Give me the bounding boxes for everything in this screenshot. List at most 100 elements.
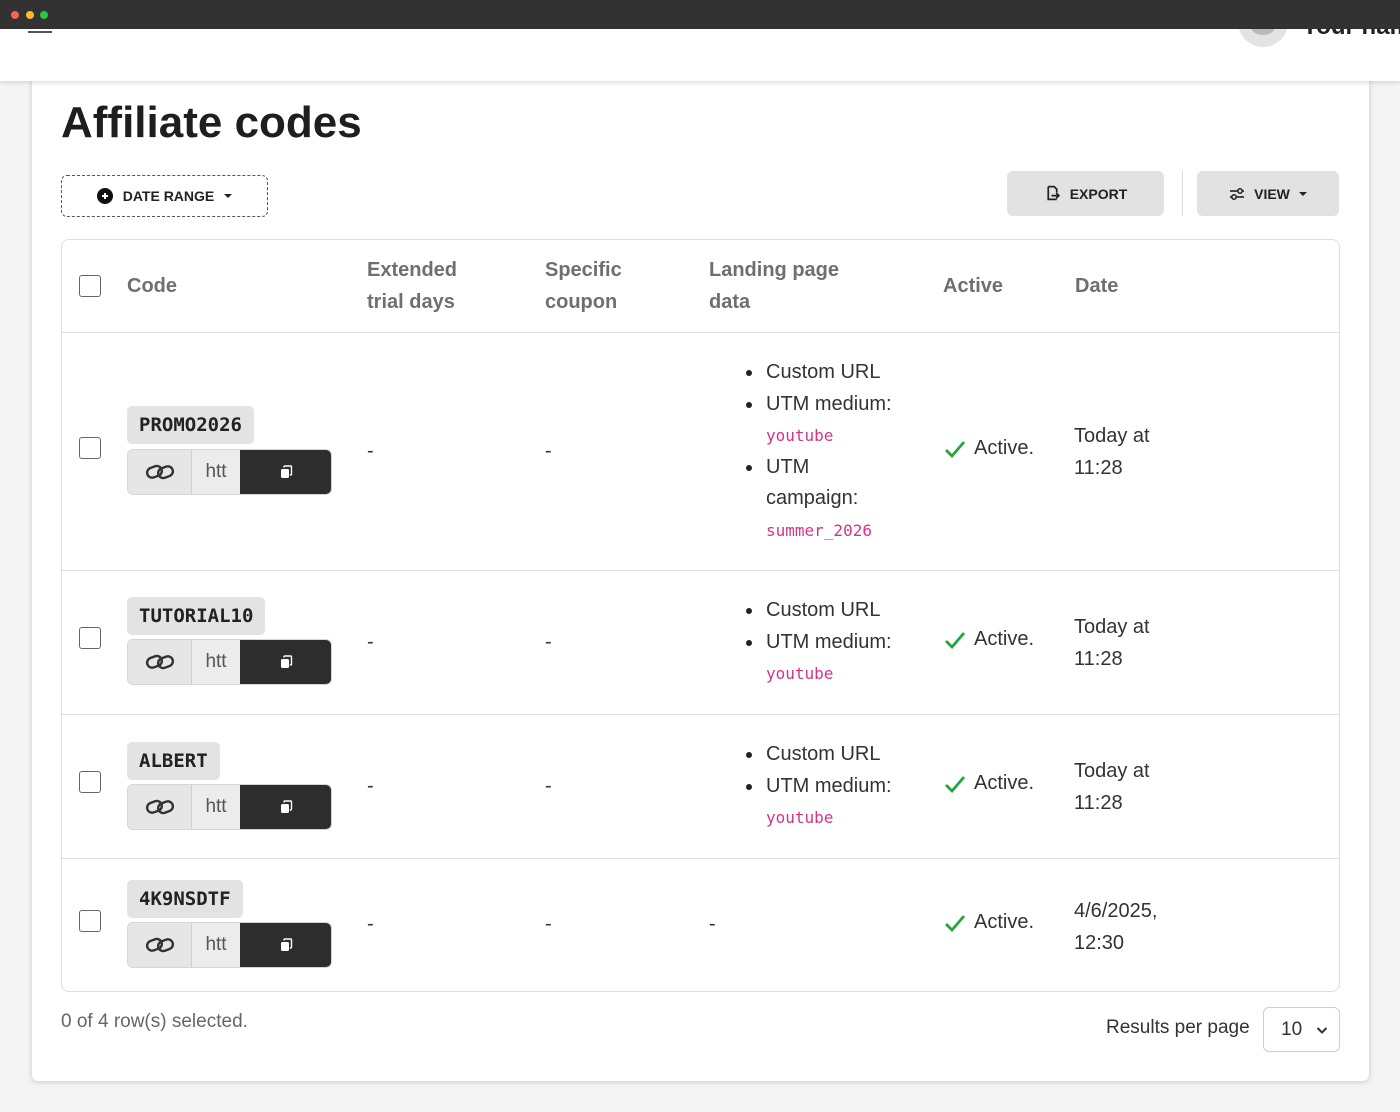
view-options-button[interactable]: VIEW xyxy=(1197,171,1339,216)
list-item: UTM medium: youtube xyxy=(744,389,914,452)
row-checkbox[interactable] xyxy=(79,910,101,932)
utm-medium-value: youtube xyxy=(766,664,834,683)
utm-medium-value: youtube xyxy=(766,426,834,445)
column-header-date[interactable]: Date xyxy=(1075,270,1118,302)
copy-link-button[interactable] xyxy=(240,923,331,967)
row-checkbox[interactable] xyxy=(79,771,101,793)
list-item: Custom URL xyxy=(744,595,914,627)
check-icon xyxy=(945,775,966,793)
sliders-icon xyxy=(1229,187,1245,201)
affiliate-url-preview[interactable]: htt xyxy=(192,640,240,684)
maximize-window-button[interactable] xyxy=(40,11,48,19)
affiliate-url-preview[interactable]: htt xyxy=(192,450,240,494)
active-label: Active. xyxy=(974,911,1035,933)
header-line: trial days xyxy=(367,291,455,313)
affiliate-link-group: htt xyxy=(127,639,332,685)
date-value: 4/6/2025, 12:30 xyxy=(1074,895,1204,959)
extended-trial-value: - xyxy=(367,440,374,462)
specific-coupon-value: - xyxy=(545,440,552,462)
check-icon xyxy=(945,631,966,649)
active-status: Active. xyxy=(944,437,1034,460)
custom-url-label: Custom URL xyxy=(766,599,881,621)
date-line: Today at xyxy=(1074,616,1150,638)
column-header-code[interactable]: Code xyxy=(127,270,177,302)
export-button[interactable]: EXPORT xyxy=(1007,171,1164,216)
top-navbar: Your name xyxy=(0,29,1400,81)
affiliate-url-preview[interactable]: htt xyxy=(192,923,240,967)
copy-icon xyxy=(280,655,292,668)
check-icon xyxy=(945,914,966,932)
active-label: Active. xyxy=(974,772,1035,794)
minimize-window-button[interactable] xyxy=(26,11,34,19)
window-titlebar xyxy=(0,0,1400,29)
copy-link-button[interactable] xyxy=(240,450,331,494)
utm-medium-label: UTM medium: xyxy=(766,774,892,797)
affiliate-code-badge: 4K9NSDTF xyxy=(127,880,243,918)
row-checkbox[interactable] xyxy=(79,627,101,649)
date-value: Today at 11:28 xyxy=(1074,755,1204,819)
affiliate-code-badge: ALBERT xyxy=(127,742,220,780)
custom-url-label: Custom URL xyxy=(766,361,881,383)
toolbar-divider xyxy=(1182,171,1183,216)
header-line: Specific xyxy=(545,259,622,281)
check-icon xyxy=(945,440,966,458)
row-checkbox[interactable] xyxy=(79,437,101,459)
active-label: Active. xyxy=(974,628,1035,650)
selection-count: 0 of 4 row(s) selected. xyxy=(61,1011,248,1032)
close-window-button[interactable] xyxy=(11,11,19,19)
results-per-page-label: Results per page xyxy=(1106,1017,1250,1038)
utm-campaign-label: UTM campaign: xyxy=(766,455,859,510)
avatar[interactable] xyxy=(1238,29,1288,47)
row-divider xyxy=(62,714,1339,715)
extended-trial-value: - xyxy=(367,775,374,797)
page-title: Affiliate codes xyxy=(61,98,362,147)
results-per-page-select[interactable]: 10 xyxy=(1263,1007,1340,1052)
custom-url-label: Custom URL xyxy=(766,743,881,765)
list-item: Custom URL xyxy=(744,739,914,771)
column-header-active[interactable]: Active xyxy=(943,270,1003,302)
column-header-landing-page-data[interactable]: Landing page data xyxy=(709,254,839,318)
row-divider xyxy=(62,858,1339,859)
list-item: UTM medium: youtube xyxy=(744,771,914,834)
date-line: 11:28 xyxy=(1074,792,1123,814)
date-line: 11:28 xyxy=(1074,457,1123,479)
header-line: coupon xyxy=(545,291,618,313)
active-status: Active. xyxy=(944,772,1034,795)
copy-link-button[interactable] xyxy=(240,640,331,684)
affiliate-code-badge: PROMO2026 xyxy=(127,406,254,444)
select-all-checkbox[interactable] xyxy=(79,275,101,297)
affiliate-link-group: htt xyxy=(127,922,332,968)
row-divider xyxy=(62,332,1339,333)
specific-coupon-value: - xyxy=(545,631,552,653)
utm-medium-label: UTM medium: xyxy=(766,630,892,653)
affiliate-url-preview[interactable]: htt xyxy=(192,785,240,829)
date-range-filter-button[interactable]: DATE RANGE xyxy=(61,175,268,217)
link-icon[interactable] xyxy=(128,450,192,494)
export-icon xyxy=(1044,185,1061,202)
chevron-down-icon xyxy=(1316,1027,1328,1034)
date-range-label: DATE RANGE xyxy=(122,188,215,204)
column-header-extended-trial[interactable]: Extended trial days xyxy=(367,254,457,318)
extended-trial-value: - xyxy=(367,631,374,653)
header-line: data xyxy=(709,291,751,313)
menu-icon[interactable] xyxy=(28,29,52,33)
row-divider xyxy=(62,570,1339,571)
header-line: Landing page xyxy=(709,259,839,281)
header-line: Extended xyxy=(367,259,458,281)
link-icon[interactable] xyxy=(128,923,192,967)
landing-page-data-list: Custom URL UTM medium: youtube UTM campai… xyxy=(744,357,914,546)
list-item: Custom URL xyxy=(744,357,914,389)
link-icon[interactable] xyxy=(128,640,192,684)
user-name[interactable]: Your name xyxy=(1302,29,1400,41)
affiliate-codes-table: Code Extended trial days Specific coupon… xyxy=(61,239,1340,992)
copy-link-button[interactable] xyxy=(240,785,331,829)
plus-circle-icon xyxy=(96,188,113,204)
view-label: VIEW xyxy=(1254,185,1290,202)
caret-down-icon xyxy=(1298,191,1307,196)
date-value: Today at 11:28 xyxy=(1074,611,1204,675)
active-label: Active. xyxy=(974,437,1035,459)
link-icon[interactable] xyxy=(128,785,192,829)
date-line: 4/6/2025, xyxy=(1074,900,1158,922)
column-header-specific-coupon[interactable]: Specific coupon xyxy=(545,254,622,318)
active-status: Active. xyxy=(944,911,1034,934)
